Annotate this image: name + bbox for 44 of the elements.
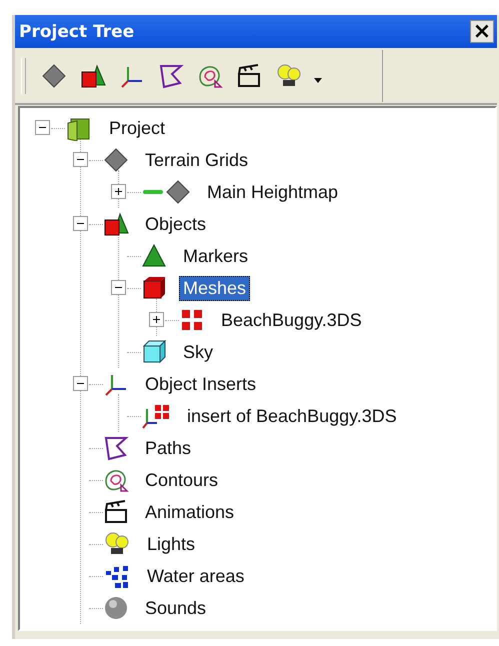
tree-item[interactable]: BeachBuggy.3DS	[217, 308, 366, 332]
tree-item[interactable]: Meshes	[179, 276, 250, 300]
tree-item[interactable]: Project	[105, 116, 170, 140]
tree-item[interactable]: Sounds	[141, 596, 210, 620]
tree-item[interactable]: Main Heightmap	[203, 180, 342, 204]
diamond-icon	[103, 147, 129, 173]
tree-item[interactable]: Sky	[179, 340, 218, 364]
tree-item[interactable]: Animations	[141, 500, 238, 524]
expand-toggle[interactable]	[111, 184, 126, 199]
sphere-icon	[103, 595, 129, 621]
clapperboard-icon	[103, 499, 129, 525]
tree-icon	[141, 243, 167, 269]
collapse-toggle[interactable]	[111, 280, 126, 295]
tree-item[interactable]: Terrain Grids	[141, 148, 252, 172]
cube-and-tree-icon	[103, 211, 129, 237]
four-squares-icon	[179, 307, 205, 333]
tree-item[interactable]: Water areas	[143, 564, 248, 588]
cube-and-tree-icon[interactable]	[80, 62, 106, 88]
glass-cube-icon	[141, 339, 167, 365]
collapse-toggle[interactable]	[35, 120, 50, 135]
tree-item[interactable]: Objects	[141, 212, 210, 236]
collapse-toggle[interactable]	[73, 152, 88, 167]
zigzag-path-icon	[103, 435, 129, 461]
tree-item[interactable]: Lights	[143, 532, 200, 556]
contour-lines-icon	[103, 467, 129, 493]
diamond-icon[interactable]	[41, 62, 67, 88]
window-title: Project Tree	[19, 22, 134, 42]
light-bulbs-icon	[103, 531, 131, 557]
expand-toggle[interactable]	[149, 312, 164, 327]
collapse-toggle[interactable]	[73, 376, 88, 391]
tree-item[interactable]: Paths	[141, 436, 196, 460]
line-and-diamond-icon	[141, 179, 191, 205]
tree-item[interactable]: Object Inserts	[141, 372, 260, 396]
tree-item[interactable]: insert of BeachBuggy.3DS	[183, 404, 401, 428]
tree-item[interactable]: Markers	[179, 244, 252, 268]
tree-item[interactable]: Contours	[141, 468, 222, 492]
axes-with-squares-icon	[141, 403, 171, 429]
collapse-toggle[interactable]	[73, 216, 88, 231]
zigzag-path-icon[interactable]	[158, 62, 184, 88]
light-bulbs-icon[interactable]	[275, 62, 303, 88]
water-drops-icon	[103, 563, 131, 589]
cube-icon	[141, 275, 167, 301]
close-button[interactable]: ×	[470, 20, 494, 43]
clapperboard-icon[interactable]	[236, 62, 262, 88]
